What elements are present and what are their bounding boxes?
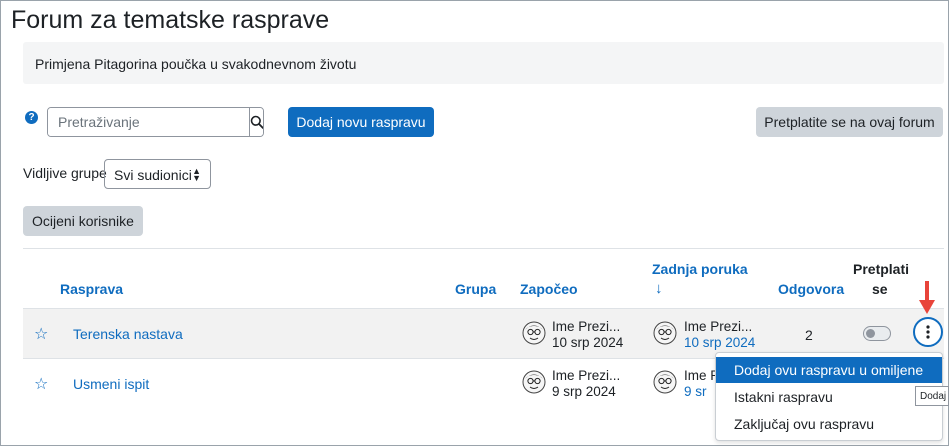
header-replies[interactable]: Odgovora <box>778 281 844 297</box>
add-discussion-button[interactable]: Dodaj novu raspravu <box>288 107 434 137</box>
header-started-by[interactable]: Započeo <box>520 281 578 297</box>
search-box <box>47 107 264 137</box>
started-date: 10 srp 2024 <box>552 335 624 350</box>
last-post-date-link[interactable]: 9 sr <box>684 384 707 399</box>
more-actions-button[interactable] <box>913 317 943 347</box>
discussion-link[interactable]: Terenska nastava <box>73 326 183 342</box>
header-group[interactable]: Grupa <box>455 281 496 297</box>
tooltip: Dodaj <box>915 386 949 406</box>
header-subscribe: Pretplati <box>853 261 910 277</box>
menu-item-pin[interactable]: Istakni raspravu <box>716 384 942 410</box>
replies-count[interactable]: 2 <box>805 327 813 343</box>
sort-down-icon[interactable]: ↓ <box>655 280 663 297</box>
divider <box>23 248 944 249</box>
toggle-knob <box>866 329 875 338</box>
menu-item-favourite[interactable]: Dodaj ovu raspravu u omiljene <box>716 357 942 383</box>
search-icon <box>250 115 263 129</box>
forum-intro: Primjena Pitagorina poučka u svakodnevno… <box>23 42 944 84</box>
starter-name[interactable]: Ime Prezi... <box>552 319 620 334</box>
question-circle-icon[interactable]: ? <box>25 111 38 124</box>
started-date: 9 srp 2024 <box>552 384 616 399</box>
search-button[interactable] <box>249 108 263 136</box>
header-last-post[interactable]: Zadnja poruka <box>652 261 748 277</box>
star-icon[interactable]: ☆ <box>34 324 48 344</box>
last-post-author[interactable]: Ime Prezi... <box>684 319 752 334</box>
header-subscribe-2: se <box>872 281 888 297</box>
rate-users-button[interactable]: Ocijeni korisnike <box>23 206 143 236</box>
last-post-date-link[interactable]: 10 srp 2024 <box>684 335 755 350</box>
avatar <box>653 370 677 394</box>
red-arrow-icon <box>919 281 935 314</box>
actions-dropdown-menu: Dodaj ovu raspravu u omiljene Istakni ra… <box>715 352 943 441</box>
groups-select[interactable]: Svi sudionici ▲ ▼ <box>104 159 211 189</box>
page-title: Forum za tematske rasprave <box>11 6 330 34</box>
search-input[interactable] <box>48 108 249 136</box>
subscribe-forum-button[interactable]: Pretplatite se na ovaj forum <box>756 107 943 137</box>
starter-name[interactable]: Ime Prezi... <box>552 368 620 383</box>
header-discussion[interactable]: Rasprava <box>60 281 123 297</box>
menu-item-lock[interactable]: Zaključaj ovu raspravu <box>716 411 942 437</box>
kebab-menu-icon <box>926 325 930 339</box>
avatar <box>522 370 546 394</box>
discussion-link[interactable]: Usmeni ispit <box>73 376 149 392</box>
groups-select-value: Svi sudionici <box>114 167 192 183</box>
select-caret-icon: ▲ ▼ <box>192 166 201 183</box>
star-icon[interactable]: ☆ <box>34 374 48 394</box>
avatar <box>653 321 677 345</box>
subscribe-toggle[interactable] <box>863 326 891 341</box>
avatar <box>522 321 546 345</box>
groups-label: Vidljive grupe <box>23 165 107 181</box>
